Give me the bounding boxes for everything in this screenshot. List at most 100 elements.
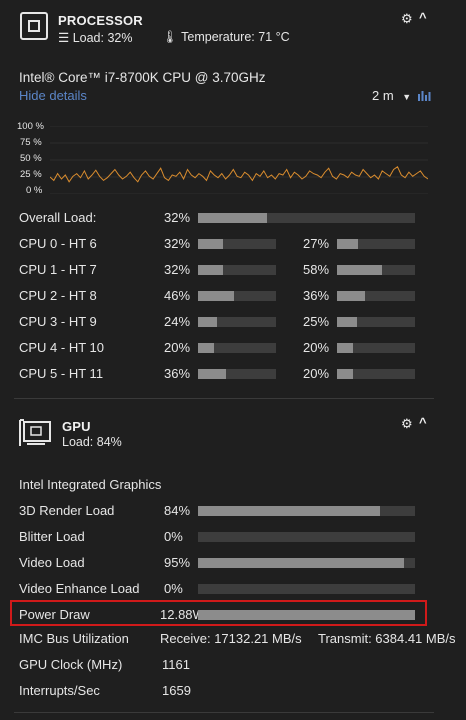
core-load-b: 36% [303, 288, 330, 303]
y-axis-tick-75: 75 % [20, 137, 42, 148]
gpu-row-bar [198, 532, 415, 542]
y-axis-tick-0: 0 % [26, 185, 43, 196]
overall-load-fill [198, 213, 268, 223]
core-label: CPU 4 - HT 10 [19, 340, 105, 355]
section-divider [14, 398, 434, 399]
y-axis-tick-100: 100 % [17, 121, 44, 132]
gpu-row-value: 84% [164, 503, 191, 518]
core-label: CPU 3 - HT 9 [19, 314, 97, 329]
core-load-b: 25% [303, 314, 330, 329]
overall-load-value: 32% [164, 210, 191, 225]
gpu-name: Intel Integrated Graphics [19, 477, 162, 492]
gpu-collapse-icon[interactable]: ^ [419, 415, 427, 430]
time-range-value: 2 m [372, 88, 394, 103]
core-bar-b [337, 239, 415, 249]
core-bar-b-fill [337, 343, 353, 353]
core-load-b: 27% [303, 236, 330, 251]
core-load-a: 20% [164, 340, 191, 355]
processor-temp-summary: 🌡 Temperature: 71 °C [162, 30, 290, 45]
gpu-load-text: Load: 84% [62, 435, 122, 449]
gpu-row-bar [198, 584, 415, 594]
overall-load-bar [198, 213, 415, 223]
interrupts-value: 1659 [162, 683, 191, 698]
core-label: CPU 0 - HT 6 [19, 236, 97, 251]
core-load-a: 46% [164, 288, 191, 303]
core-load-b: 20% [303, 366, 330, 381]
core-load-b: 58% [303, 262, 330, 277]
core-bar-a-fill [198, 317, 217, 327]
gpu-row-bar [198, 558, 415, 568]
bar-chart-icon[interactable] [417, 89, 431, 101]
processor-load-text: Load: 32% [72, 31, 133, 45]
gpu-gear-icon[interactable]: ⚙ [401, 416, 413, 432]
core-bar-a [198, 369, 276, 379]
core-bar-b-fill [337, 291, 366, 301]
core-load-a: 32% [164, 236, 191, 251]
gpu-row-bar [198, 506, 415, 516]
processor-title: PROCESSOR [58, 13, 143, 28]
y-axis-tick-50: 50 % [20, 153, 42, 164]
core-bar-a-fill [198, 343, 214, 353]
gpu-row-value: 0% [164, 581, 183, 596]
y-axis-tick-25: 25 % [20, 169, 42, 180]
core-label: CPU 5 - HT 11 [19, 366, 104, 381]
processor-collapse-icon[interactable]: ^ [419, 10, 427, 25]
imc-transmit: Transmit: 6384.41 MB/s [318, 631, 456, 646]
imc-receive: Receive: 17132.21 MB/s [160, 631, 302, 646]
monitor-panel: PROCESSOR ☰ Load: 32% 🌡 Temperature: 71 … [0, 0, 466, 720]
core-bar-b-fill [337, 239, 359, 249]
core-bar-b [337, 317, 415, 327]
core-load-a: 24% [164, 314, 191, 329]
core-bar-a [198, 265, 276, 275]
core-bar-a [198, 291, 276, 301]
power-draw-highlight [10, 600, 427, 626]
core-bar-a [198, 317, 276, 327]
gpu-clock-value: 1161 [162, 657, 190, 672]
gpu-title: GPU [62, 419, 91, 434]
gpu-row-label: Video Enhance Load [19, 581, 140, 596]
processor-temp-text: Temperature: 71 °C [181, 30, 290, 44]
core-bar-b [337, 265, 415, 275]
core-bar-a-fill [198, 265, 223, 275]
gpu-row-fill [198, 558, 405, 568]
processor-gear-icon[interactable]: ⚙ [401, 11, 413, 27]
gpu-row-value: 0% [164, 529, 183, 544]
gpu-row-value: 95% [164, 555, 191, 570]
core-bar-b-fill [337, 265, 383, 275]
gpu-row-label: 3D Render Load [19, 503, 115, 518]
cpu-load-series-line [50, 166, 428, 183]
hide-details-link[interactable]: Hide details [19, 88, 87, 103]
core-bar-b-fill [337, 369, 353, 379]
core-bar-b-fill [337, 317, 357, 327]
interrupts-label: Interrupts/Sec [19, 683, 100, 698]
overall-load-label: Overall Load: [19, 210, 97, 225]
cpu-load-chart [50, 126, 428, 194]
time-range-select[interactable]: 2 m ▼ [372, 88, 411, 103]
gpu-row-label: Blitter Load [19, 529, 85, 544]
core-bar-a-fill [198, 291, 234, 301]
gpu-row-fill [198, 506, 381, 516]
gpu-card-icon [19, 419, 51, 446]
imc-bus-label: IMC Bus Utilization [19, 631, 129, 646]
core-load-b: 20% [303, 340, 330, 355]
menu-lines-icon: ☰ [58, 31, 70, 45]
core-bar-b [337, 369, 415, 379]
processor-chip-icon [20, 12, 48, 40]
core-load-a: 36% [164, 366, 191, 381]
core-bar-b [337, 291, 415, 301]
core-label: CPU 2 - HT 8 [19, 288, 97, 303]
gpu-row-label: Video Load [19, 555, 85, 570]
dropdown-arrow-icon: ▼ [402, 92, 412, 102]
core-bar-a-fill [198, 239, 223, 249]
core-bar-a [198, 239, 276, 249]
core-bar-a [198, 343, 276, 353]
core-bar-a-fill [198, 369, 227, 379]
core-label: CPU 1 - HT 7 [19, 262, 97, 277]
processor-load-summary: ☰ Load: 32% [58, 30, 132, 45]
core-bar-b [337, 343, 415, 353]
gpu-clock-label: GPU Clock (MHz) [19, 657, 123, 672]
cpu-name: Intel® Core™ i7-8700K CPU @ 3.70GHz [19, 70, 266, 85]
bottom-divider [14, 712, 434, 713]
thermometer-icon: 🌡 [162, 30, 178, 44]
core-load-a: 32% [164, 262, 191, 277]
